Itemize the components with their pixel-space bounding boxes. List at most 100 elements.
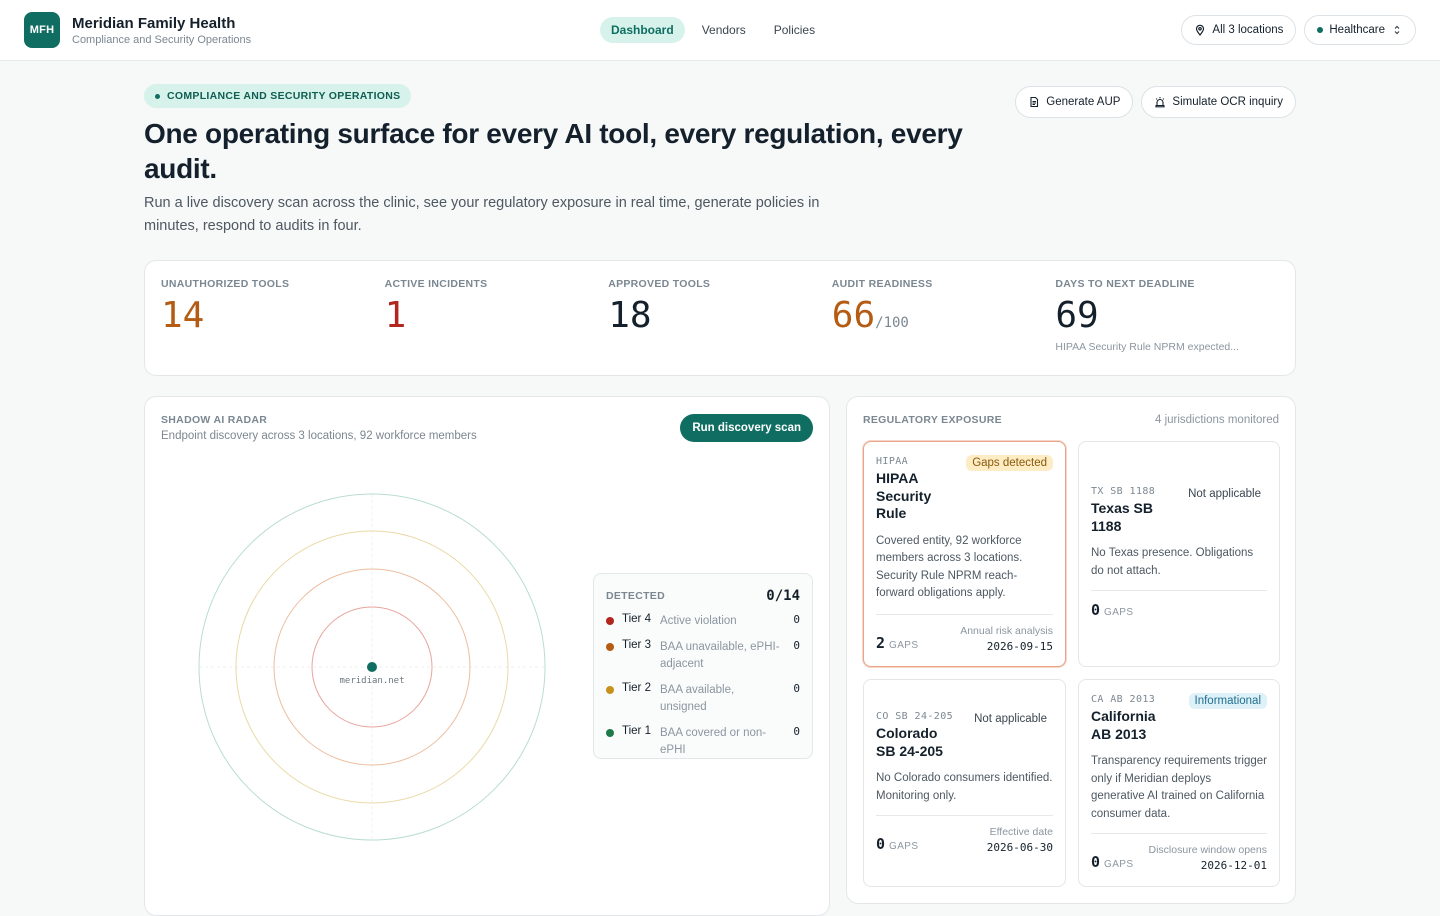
metric-days-to-deadline[interactable]: DAYS TO NEXT DEADLINE 69 HIPAA Security … xyxy=(1055,278,1279,375)
metric-number: 1 xyxy=(384,295,407,336)
radar-center-label: meridian.net xyxy=(339,676,404,686)
jurisdiction-name: HIPAA Security Rule xyxy=(876,470,932,521)
metric-approved-tools[interactable]: APPROVED TOOLS 18 xyxy=(608,278,832,375)
metric-value: 1 xyxy=(385,296,609,336)
jurisdiction-card-hipaa[interactable]: Gaps detected HIPAA HIPAA Security Rule … xyxy=(863,441,1066,667)
nav-dashboard[interactable]: Dashboard xyxy=(600,17,685,43)
document-icon xyxy=(1030,96,1039,108)
page-title: One operating surface for every AI tool,… xyxy=(144,118,963,184)
jurisdiction-card-colorado[interactable]: Not applicable CO SB 24-205 Colorado SB … xyxy=(863,679,1066,887)
gaps-number: 2 xyxy=(876,634,886,652)
status-badge: Not applicable xyxy=(974,713,1047,725)
brand-name: Meridian Family Health xyxy=(72,14,236,32)
status-badge: Gaps detected xyxy=(966,455,1053,471)
radar-title: SHADOW AI RADAR xyxy=(161,414,268,426)
jurisdiction-desc: No Colorado consumers identified. Monito… xyxy=(876,772,1053,802)
hero: One operating surface for every AI tool,… xyxy=(144,86,1296,238)
eyebrow-label: COMPLIANCE AND SECURITY OPERATIONS xyxy=(167,90,401,102)
industry-label: Healthcare xyxy=(1329,24,1385,36)
deadline: Annual risk analysis 2026-09-15 xyxy=(960,625,1053,653)
tier-desc: BAA available, unsigned xyxy=(660,684,735,713)
metric-label: UNAUTHORIZED TOOLS xyxy=(161,278,290,290)
metric-label: AUDIT READINESS xyxy=(831,278,933,290)
brand-subtitle: Compliance and Security Operations xyxy=(72,33,252,46)
run-discovery-scan-button[interactable]: Run discovery scan xyxy=(680,414,813,442)
detected-title: DETECTED xyxy=(606,590,665,602)
jurisdictions-monitored: 4 jurisdictions monitored xyxy=(1154,414,1279,426)
metric-number: 66 xyxy=(831,295,876,336)
metrics-strip: UNAUTHORIZED TOOLS 14 ACTIVE INCIDENTS 1… xyxy=(144,260,1296,376)
metric-label: APPROVED TOOLS xyxy=(608,278,711,290)
simulate-ocr-button[interactable]: Simulate OCR inquiry xyxy=(1141,86,1296,118)
jurisdiction-name: California AB 2013 xyxy=(1091,708,1156,742)
tier-name: Tier 2 xyxy=(622,682,651,694)
deadline-label: Annual risk analysis xyxy=(960,625,1053,637)
metric-unauthorized-tools[interactable]: UNAUTHORIZED TOOLS 14 xyxy=(161,278,385,375)
regulatory-exposure-panel: REGULATORY EXPOSURE 4 jurisdictions moni… xyxy=(846,396,1296,904)
metric-active-incidents[interactable]: ACTIVE INCIDENTS 1 xyxy=(385,278,609,375)
page-intro: Run a live discovery scan across the cli… xyxy=(144,195,820,234)
deadline: Effective date 2026-06-30 xyxy=(987,826,1053,854)
jurisdiction-footer: 0 GAPS Effective date 2026-06-30 xyxy=(876,815,1053,854)
tier-desc: BAA unavailable, ePHI-adjacent xyxy=(660,641,780,670)
metric-number: 18 xyxy=(608,295,652,336)
gaps-label: GAPS xyxy=(889,640,919,651)
tier-count: 0 xyxy=(793,682,800,695)
metric-value: 69 xyxy=(1055,296,1279,336)
tier-row[interactable]: Tier 1 BAA covered or non-ePHI 0 xyxy=(606,725,800,759)
locations-selector[interactable]: All 3 locations xyxy=(1181,15,1297,45)
radar-chart[interactable]: meridian.net xyxy=(197,492,547,842)
eyebrow-badge: COMPLIANCE AND SECURITY OPERATIONS xyxy=(144,84,412,108)
metric-label: ACTIVE INCIDENTS xyxy=(384,278,488,290)
tier-row[interactable]: Tier 2 BAA available, unsigned 0 xyxy=(606,682,800,716)
gaps-label: GAPS xyxy=(1104,859,1134,870)
gaps-number: 0 xyxy=(1091,853,1101,871)
radar-header: SHADOW AI RADAR Endpoint discovery acros… xyxy=(161,414,477,442)
metric-number: 14 xyxy=(161,295,205,336)
metric-value: 14 xyxy=(161,296,385,336)
simulate-ocr-label: Simulate OCR inquiry xyxy=(1172,96,1283,108)
brand[interactable]: MFH Meridian Family Health Compliance an… xyxy=(24,12,251,48)
top-right-controls: All 3 locations Healthcare xyxy=(1181,15,1416,45)
jurisdiction-desc: Transparency requirements trigger only i… xyxy=(1091,755,1267,820)
nav-vendors[interactable]: Vendors xyxy=(691,17,757,43)
deadline-date: 2026-12-01 xyxy=(1200,859,1267,872)
tier-row[interactable]: Tier 4 Active violation 0 xyxy=(606,613,800,630)
lower-panels: SHADOW AI RADAR Endpoint discovery acros… xyxy=(144,396,1296,916)
gaps-label: GAPS xyxy=(889,841,919,852)
gaps-count: 0 GAPS xyxy=(1091,853,1133,872)
tier-row[interactable]: Tier 3 BAA unavailable, ePHI-adjacent 0 xyxy=(606,639,800,673)
gaps-count: 0 GAPS xyxy=(1091,601,1133,620)
status-badge: Informational xyxy=(1188,693,1267,709)
tier-count: 0 xyxy=(793,639,800,652)
tier-name: Tier 3 xyxy=(622,639,651,651)
nav-policies[interactable]: Policies xyxy=(763,17,826,43)
tier-count: 0 xyxy=(793,613,800,626)
regulatory-title: REGULATORY EXPOSURE xyxy=(863,414,1002,426)
gaps-count: 2 GAPS xyxy=(876,634,918,653)
tier-count: 0 xyxy=(793,725,800,738)
metric-label: DAYS TO NEXT DEADLINE xyxy=(1055,278,1195,290)
industry-dot xyxy=(1317,27,1324,33)
tier-desc: Active violation xyxy=(660,615,737,627)
brand-logo: MFH xyxy=(24,12,60,48)
jurisdiction-footer: 0 GAPS Disclosure window opens 2026-12-01 xyxy=(1091,833,1267,872)
tier-1-dot xyxy=(606,729,614,737)
jurisdiction-desc: No Texas presence. Obligations do not at… xyxy=(1091,547,1254,577)
detected-header: DETECTED 0/14 xyxy=(606,588,800,604)
dashboard-main: COMPLIANCE AND SECURITY OPERATIONS One o… xyxy=(144,61,1296,916)
radar-center-node xyxy=(367,662,377,672)
generate-aup-button[interactable]: Generate AUP xyxy=(1015,86,1134,118)
tier-name: Tier 1 xyxy=(622,725,651,737)
hero-actions: Generate AUP Simulate OCR inquiry xyxy=(1015,86,1296,118)
gaps-number: 0 xyxy=(1091,601,1101,619)
jurisdiction-card-texas[interactable]: Not applicable TX SB 1188 Texas SB 1188 … xyxy=(1078,441,1280,667)
generate-aup-label: Generate AUP xyxy=(1046,96,1121,108)
map-pin-icon xyxy=(1196,24,1205,36)
metric-unit: /100 xyxy=(875,315,909,331)
brand-text: Meridian Family Health Compliance and Se… xyxy=(72,14,251,47)
industry-selector[interactable]: Healthcare xyxy=(1304,15,1416,45)
detected-count: 0/14 xyxy=(766,588,800,604)
metric-audit-readiness[interactable]: AUDIT READINESS 66/100 xyxy=(832,278,1056,375)
jurisdiction-card-california[interactable]: Informational CA AB 2013 California AB 2… xyxy=(1078,679,1280,887)
